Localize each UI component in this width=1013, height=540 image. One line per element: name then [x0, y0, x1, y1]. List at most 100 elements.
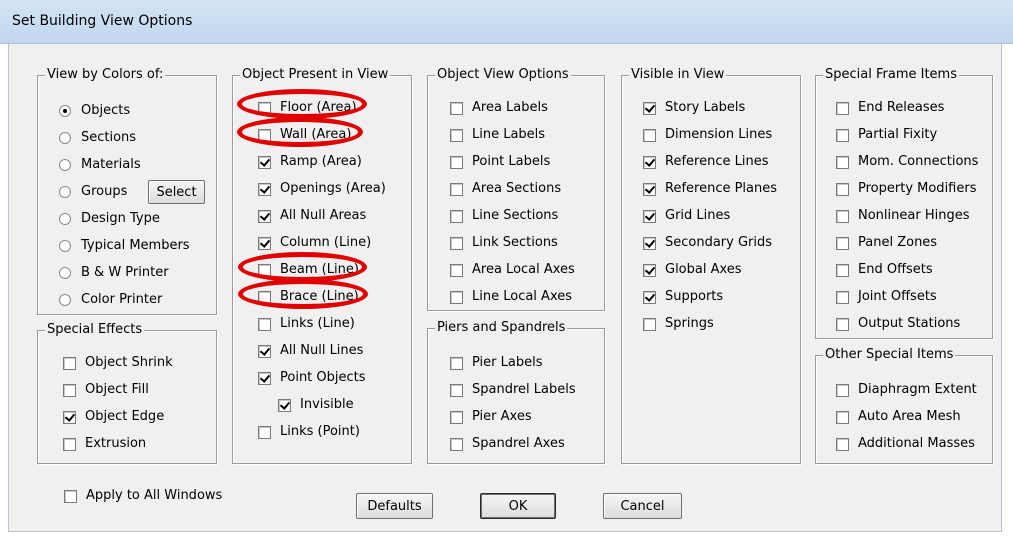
checkbox-icon — [450, 410, 463, 424]
checkbox-ramp-area[interactable]: Ramp (Area) — [258, 152, 362, 172]
checkbox-nonlinear-hinges[interactable]: Nonlinear Hinges — [836, 206, 969, 226]
checkbox-all-null-lines[interactable]: All Null Lines — [258, 341, 363, 361]
view-by-colors-group: View by Colors of: Objects Sections Mate… — [37, 67, 217, 315]
checkbox-icon — [643, 290, 656, 304]
checkbox-point-labels[interactable]: Point Labels — [450, 152, 550, 172]
checkbox-spandrel-labels[interactable]: Spandrel Labels — [450, 380, 576, 400]
checkbox-additional-masses[interactable]: Additional Masses — [836, 434, 975, 454]
radio-typical-members[interactable]: Typical Members — [59, 236, 190, 256]
checkbox-partial-fixity[interactable]: Partial Fixity — [836, 125, 937, 145]
other-special-items-group: Other Special Items Diaphragm Extent Aut… — [815, 347, 993, 464]
checkbox-icon — [450, 209, 463, 223]
checkbox-area-local-axes[interactable]: Area Local Axes — [450, 260, 575, 280]
checkbox-grid-lines[interactable]: Grid Lines — [643, 206, 730, 226]
checkbox-icon — [450, 383, 463, 397]
checkbox-diaphragm-extent[interactable]: Diaphragm Extent — [836, 380, 977, 400]
checkbox-wall-area[interactable]: Wall (Area) — [258, 125, 351, 145]
checkbox-object-edge[interactable]: Object Edge — [63, 407, 164, 427]
checkbox-icon — [450, 101, 463, 115]
checkbox-reference-planes[interactable]: Reference Planes — [643, 179, 777, 199]
checkbox-mom-connections[interactable]: Mom. Connections — [836, 152, 978, 172]
checkbox-icon — [643, 209, 656, 223]
title-bar[interactable]: Set Building View Options — [0, 0, 1013, 44]
checkbox-line-local-axes[interactable]: Line Local Axes — [450, 287, 572, 307]
checkbox-openings-area[interactable]: Openings (Area) — [258, 179, 386, 199]
checkbox-supports[interactable]: Supports — [643, 287, 723, 307]
checkbox-spandrel-axes[interactable]: Spandrel Axes — [450, 434, 565, 454]
checkbox-object-fill[interactable]: Object Fill — [63, 380, 149, 400]
checkbox-icon — [64, 489, 77, 503]
checkbox-property-modifiers[interactable]: Property Modifiers — [836, 179, 976, 199]
checkbox-area-labels[interactable]: Area Labels — [450, 98, 548, 118]
checkbox-area-sections[interactable]: Area Sections — [450, 179, 561, 199]
checkbox-point-objects[interactable]: Point Objects — [258, 368, 366, 388]
object-present-title: Object Present in View — [240, 67, 391, 83]
radio-objects[interactable]: Objects — [59, 101, 130, 121]
checkbox-icon — [836, 209, 849, 223]
checkbox-icon — [258, 155, 271, 169]
radio-color-printer[interactable]: Color Printer — [59, 290, 162, 310]
checkbox-global-axes[interactable]: Global Axes — [643, 260, 742, 280]
visible-in-view-group: Visible in View Story Labels Dimension L… — [621, 67, 801, 464]
checkbox-floor-area[interactable]: Floor (Area) — [258, 98, 357, 118]
checkbox-icon — [643, 317, 656, 331]
checkbox-icon — [63, 437, 76, 451]
checkbox-dimension-lines[interactable]: Dimension Lines — [643, 125, 772, 145]
checkbox-icon — [258, 263, 271, 277]
checkbox-output-stations[interactable]: Output Stations — [836, 314, 960, 334]
checkbox-object-shrink[interactable]: Object Shrink — [63, 353, 173, 373]
checkbox-icon — [643, 236, 656, 250]
checkbox-secondary-grids[interactable]: Secondary Grids — [643, 233, 772, 253]
checkbox-icon — [643, 128, 656, 142]
checkbox-beam-line[interactable]: Beam (Line) — [258, 260, 359, 280]
radio-materials[interactable]: Materials — [59, 155, 141, 175]
checkbox-end-releases[interactable]: End Releases — [836, 98, 944, 118]
checkbox-icon — [450, 356, 463, 370]
checkbox-all-null-areas[interactable]: All Null Areas — [258, 206, 366, 226]
checkbox-link-sections[interactable]: Link Sections — [450, 233, 558, 253]
radio-sections[interactable]: Sections — [59, 128, 136, 148]
radio-icon — [59, 294, 71, 306]
checkbox-end-offsets[interactable]: End Offsets — [836, 260, 933, 280]
select-groups-button[interactable]: Select — [148, 180, 205, 204]
checkbox-auto-area-mesh[interactable]: Auto Area Mesh — [836, 407, 961, 427]
radio-icon — [59, 186, 71, 198]
checkbox-links-point[interactable]: Links (Point) — [258, 422, 360, 442]
cancel-button[interactable]: Cancel — [603, 493, 682, 519]
checkbox-story-labels[interactable]: Story Labels — [643, 98, 745, 118]
radio-icon — [59, 213, 71, 225]
checkbox-icon — [836, 236, 849, 250]
radio-design-type[interactable]: Design Type — [59, 209, 160, 229]
special-frame-items-group: Special Frame Items End Releases Partial… — [815, 67, 993, 339]
checkbox-pier-axes[interactable]: Pier Axes — [450, 407, 532, 427]
checkbox-springs[interactable]: Springs — [643, 314, 714, 334]
checkbox-icon — [643, 182, 656, 196]
checkbox-icon — [836, 317, 849, 331]
radio-groups[interactable]: Groups — [59, 182, 127, 202]
object-present-group: Object Present in View Floor (Area) Wall… — [232, 67, 412, 464]
defaults-button[interactable]: Defaults — [356, 493, 433, 519]
checkbox-apply-all-windows[interactable]: Apply to All Windows — [64, 486, 222, 506]
checkbox-links-line[interactable]: Links (Line) — [258, 314, 355, 334]
checkbox-icon — [836, 410, 849, 424]
checkbox-icon — [450, 128, 463, 142]
other-special-items-title: Other Special Items — [823, 347, 956, 363]
checkbox-panel-zones[interactable]: Panel Zones — [836, 233, 937, 253]
piers-spandrels-group: Piers and Spandrels Pier Labels Spandrel… — [427, 320, 605, 464]
checkbox-pier-labels[interactable]: Pier Labels — [450, 353, 542, 373]
checkbox-column-line[interactable]: Column (Line) — [258, 233, 371, 253]
checkbox-icon — [450, 182, 463, 196]
checkbox-line-sections[interactable]: Line Sections — [450, 206, 558, 226]
checkbox-line-labels[interactable]: Line Labels — [450, 125, 545, 145]
checkbox-brace-line[interactable]: Brace (Line) — [258, 287, 359, 307]
checkbox-invisible[interactable]: Invisible — [278, 395, 354, 415]
dialog-body: View by Colors of: Objects Sections Mate… — [8, 44, 1002, 532]
checkbox-icon — [836, 101, 849, 115]
checkbox-icon — [450, 236, 463, 250]
checkbox-icon — [258, 344, 271, 358]
checkbox-reference-lines[interactable]: Reference Lines — [643, 152, 768, 172]
ok-button[interactable]: OK — [480, 493, 556, 519]
checkbox-extrusion[interactable]: Extrusion — [63, 434, 146, 454]
radio-bw-printer[interactable]: B & W Printer — [59, 263, 169, 283]
checkbox-joint-offsets[interactable]: Joint Offsets — [836, 287, 937, 307]
